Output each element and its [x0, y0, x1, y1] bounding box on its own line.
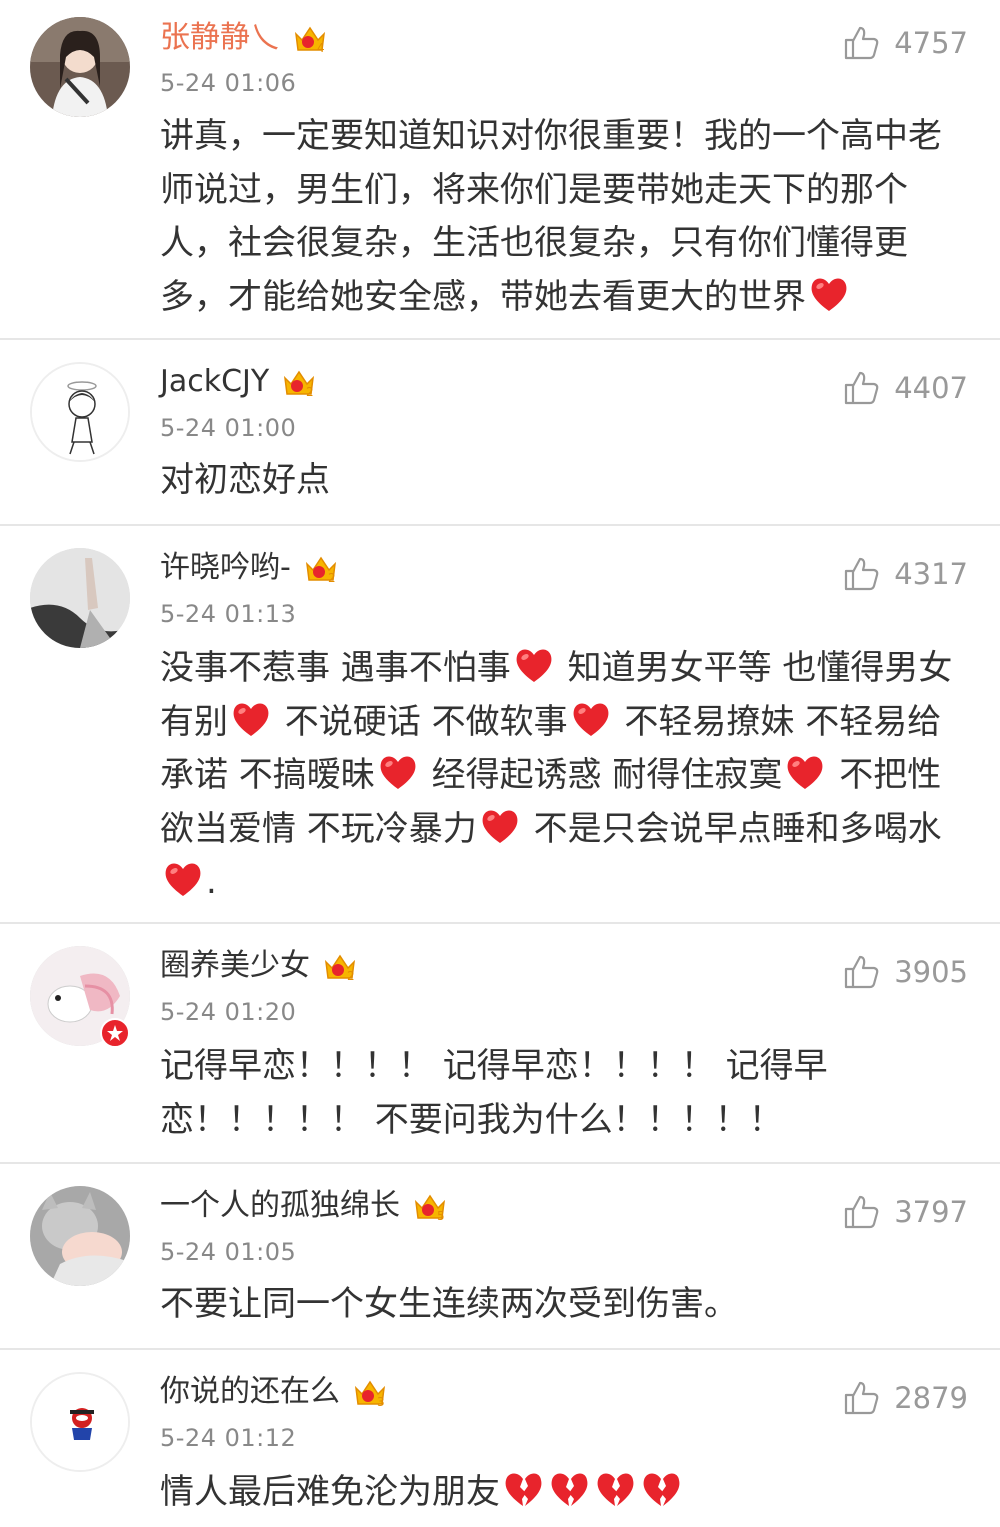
comment-text-part: . — [206, 862, 217, 902]
red-heart-icon — [233, 702, 269, 736]
thumbs-up-icon — [845, 1381, 879, 1415]
red-heart-icon — [788, 756, 823, 789]
comment-time: 5-24 01:06 — [160, 69, 297, 97]
comment-item: 你说的还在么 3 5-24 01:12 2879 情人最后难免沦为朋友 — [0, 1350, 1000, 1527]
red-heart-icon — [516, 649, 552, 682]
vip-crown-icon: 3 — [354, 1380, 386, 1409]
thumbs-up-icon — [845, 557, 879, 591]
broken-heart-icon — [505, 1473, 542, 1506]
comment-text-part: 情人最后难免沦为朋友 — [160, 1472, 500, 1512]
username[interactable]: 张静静乀 4 — [160, 18, 328, 58]
svg-text:4: 4 — [317, 41, 325, 55]
username-text[interactable]: JackCJY — [160, 362, 269, 402]
comment-item: 张静静乀 4 5-24 01:06 4757 讲真，一定要知道知识对你很重要！我… — [0, 0, 1000, 340]
thumbs-up-icon — [845, 371, 879, 405]
avatar-image — [32, 1374, 128, 1470]
user-avatar[interactable] — [30, 17, 130, 117]
red-heart-icon — [482, 809, 518, 843]
username[interactable]: JackCJY 2 — [160, 362, 317, 402]
username-text[interactable]: 张静静乀 — [160, 18, 280, 58]
avatar-image — [30, 1186, 130, 1286]
comment-item: 圈养美少女 2 5-24 01:20 3905 记得早恋！！！！ 记得早恋！！！… — [0, 924, 1000, 1164]
like-button[interactable]: 4407 — [842, 369, 968, 407]
vip-crown-icon: 2 — [284, 370, 315, 399]
comment-text: 不要让同一个女生连续两次受到伤害。 — [160, 1278, 970, 1332]
avatar-image — [32, 364, 128, 460]
broken-heart-icon — [597, 1473, 634, 1506]
comment-text-part: 不要让同一个女生连续两次受到伤害。 — [160, 1284, 738, 1324]
broken-heart-icon — [643, 1473, 680, 1506]
like-count: 4317 — [894, 557, 968, 591]
like-count: 3905 — [894, 955, 968, 989]
comment-time: 5-24 01:12 — [160, 1424, 297, 1452]
username[interactable]: 一个人的孤独绵长 5 — [160, 1186, 448, 1226]
red-heart-icon — [380, 756, 416, 789]
comment-text-part: 不是只会说早点睡和多喝水 — [522, 808, 942, 849]
username[interactable]: 许晓吟哟- 2 — [160, 548, 339, 588]
like-button[interactable]: 2879 — [842, 1379, 968, 1417]
user-avatar[interactable] — [30, 362, 130, 462]
thumbs-up-icon — [845, 955, 879, 989]
like-button[interactable]: 4317 — [842, 555, 968, 593]
like-button[interactable]: 3905 — [842, 953, 968, 991]
comment-text-part: 对初恋好点 — [160, 460, 330, 500]
comment-text: 讲真，一定要知道知识对你很重要！我的一个高中老师说过，男生们，将来你们是要带她走… — [160, 110, 970, 324]
comment-text: 记得早恋！！！！ 记得早恋！！！！ 记得早恋！！！！！ 不要问我为什么！！！！！ — [160, 1040, 860, 1147]
red-heart-icon — [573, 702, 609, 736]
thumbs-up-icon — [845, 1195, 879, 1229]
comment-text-part: 经得起诱惑 耐得住寂寞 — [420, 755, 783, 795]
comment-item: 许晓吟哟- 2 5-24 01:13 4317 没事不惹事 遇事不怕事 知道男女… — [0, 526, 1000, 924]
red-heart-icon — [811, 277, 847, 311]
username-text[interactable]: 许晓吟哟- — [160, 548, 291, 588]
thumbs-up-icon — [845, 26, 879, 60]
red-heart-icon — [165, 863, 201, 896]
vip-crown-icon: 2 — [324, 954, 356, 983]
comment-time: 5-24 01:13 — [160, 600, 297, 628]
like-count: 2879 — [894, 1381, 968, 1415]
user-avatar[interactable] — [30, 1186, 130, 1286]
vip-crown-icon: 2 — [305, 556, 336, 585]
username[interactable]: 圈养美少女 2 — [160, 946, 358, 986]
comment-text-part: 记得早恋！！！！ 记得早恋！！！！ 记得早恋！！！！！ 不要问我为什么！！！！！ — [160, 1046, 828, 1140]
like-button[interactable]: 4757 — [842, 24, 968, 62]
username[interactable]: 你说的还在么 3 — [160, 1372, 388, 1412]
like-count: 3797 — [894, 1195, 968, 1229]
comment-text-part: 不说硬话 不做软事 — [274, 701, 568, 742]
username-text[interactable]: 一个人的孤独绵长 — [160, 1186, 400, 1226]
comment-time: 5-24 01:00 — [160, 414, 297, 442]
username-text[interactable]: 圈养美少女 — [160, 946, 310, 986]
svg-text:3: 3 — [377, 1395, 385, 1409]
avatar-image — [30, 17, 130, 117]
comment-time: 5-24 01:05 — [160, 1238, 297, 1266]
avatar-image — [30, 548, 130, 648]
comment-text: 对初恋好点 — [160, 454, 970, 508]
vip-crown-icon: 4 — [294, 26, 326, 55]
comment-item: 一个人的孤独绵长 5 5-24 01:05 3797 不要让同一个女生连续两次受… — [0, 1164, 1000, 1350]
username-text[interactable]: 你说的还在么 — [160, 1372, 340, 1412]
user-avatar[interactable] — [30, 1372, 130, 1472]
svg-text:2: 2 — [347, 969, 355, 983]
comment-text: 没事不惹事 遇事不怕事 知道男女平等 也懂得男女有别 不说硬话 不做软事 不轻易… — [160, 642, 970, 910]
svg-text:2: 2 — [328, 571, 336, 585]
like-count: 4407 — [894, 371, 968, 405]
broken-heart-icon — [551, 1473, 588, 1506]
user-avatar[interactable] — [30, 548, 130, 648]
like-button[interactable]: 3797 — [842, 1193, 968, 1231]
comment-text-part: 没事不惹事 遇事不怕事 — [160, 648, 511, 688]
verified-badge-icon — [100, 1018, 130, 1048]
like-count: 4757 — [894, 26, 968, 60]
comment-time: 5-24 01:20 — [160, 998, 297, 1026]
comment-item: JackCJY 2 5-24 01:00 4407 对初恋好点 — [0, 340, 1000, 526]
comment-text: 情人最后难免沦为朋友 — [160, 1466, 970, 1520]
vip-crown-icon: 5 — [414, 1194, 446, 1223]
svg-text:2: 2 — [306, 385, 314, 399]
user-avatar[interactable] — [30, 946, 130, 1048]
svg-text:5: 5 — [437, 1209, 445, 1223]
